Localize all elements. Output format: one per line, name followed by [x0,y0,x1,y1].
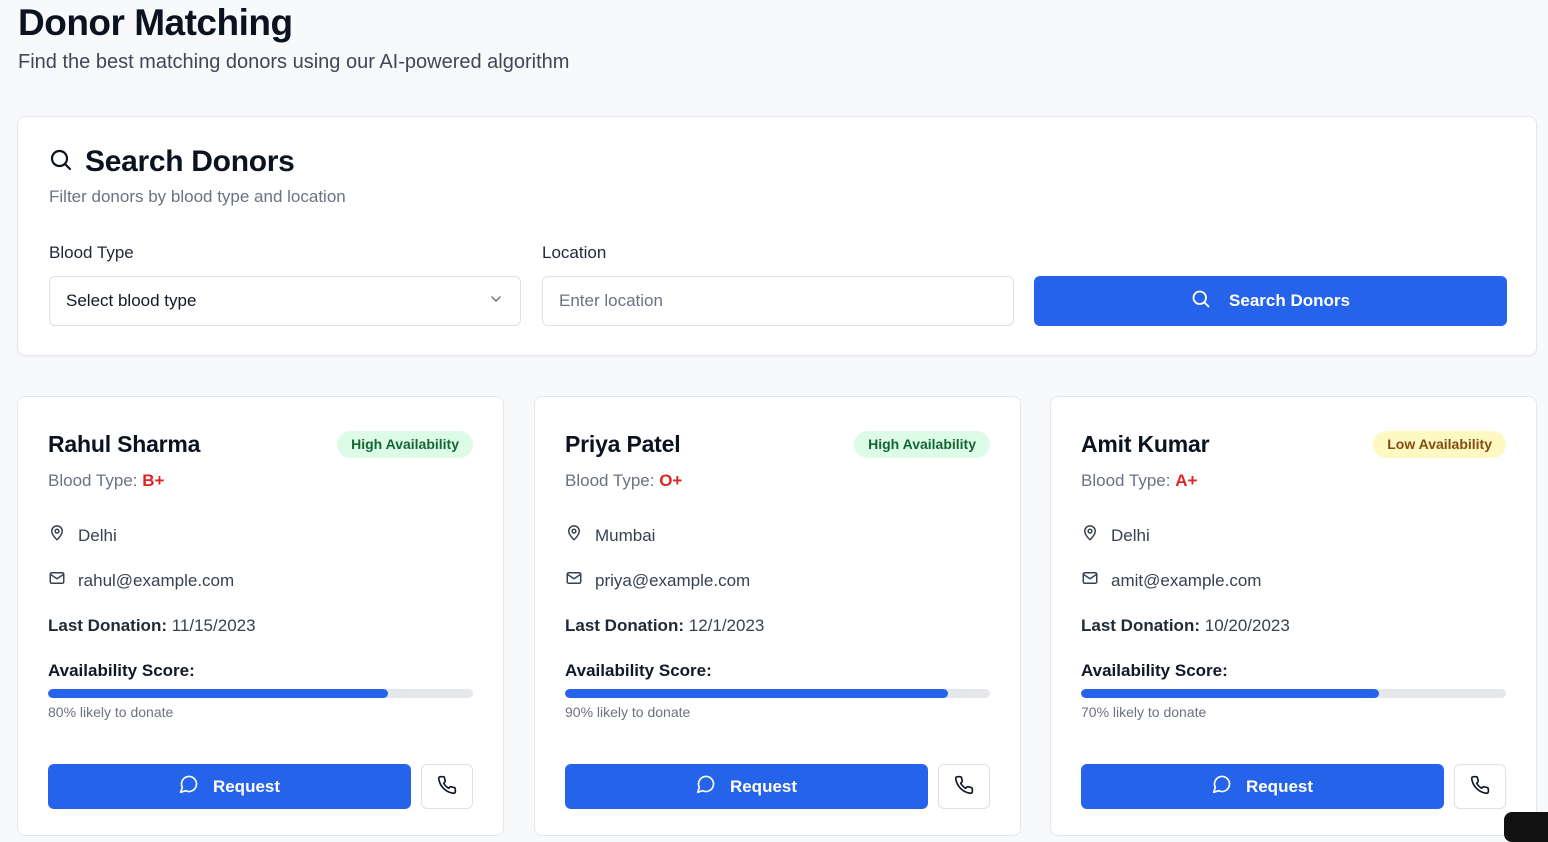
donor-email: rahul@example.com [78,570,235,590]
message-circle-icon [1212,774,1232,799]
blood-type-value: A+ [1175,471,1198,490]
call-button[interactable] [938,764,990,809]
call-button[interactable] [421,764,473,809]
last-donation-label: Last Donation: [48,616,167,635]
location-input[interactable] [542,276,1014,326]
request-button-label: Request [1245,776,1314,796]
likelihood-text: 80% likely to donate [48,704,174,720]
availability-progress-bar [1081,689,1506,698]
donor-location: Mumbai [595,525,656,545]
last-donation-label: Last Donation: [565,616,684,635]
donor-card: Priya Patel High Availability Blood Type: … [534,396,1021,836]
likelihood-text: 70% likely to donate [1081,704,1207,720]
donor-name: Priya Patel [565,431,681,457]
donor-email: amit@example.com [1111,570,1262,590]
mail-icon [565,569,583,592]
blood-type-label: Blood Type: [48,471,143,490]
map-pin-icon [48,524,66,547]
availability-progress-fill [1081,689,1379,698]
message-circle-icon [696,774,716,799]
last-donation-line: Last Donation: 10/20/2023 [1081,616,1290,636]
phone-icon [437,775,457,798]
donor-card: Rahul Sharma High Availability Blood Type:… [17,396,504,836]
availability-score-label: Availability Score: [565,661,712,680]
search-card-title: Search Donors [85,145,295,178]
call-button[interactable] [1454,764,1506,809]
search-card-header: Search Donors [49,145,295,179]
blood-type-label: Blood Type: [565,471,660,490]
email-row: rahul@example.com [48,569,234,592]
search-card-description: Filter donors by blood type and location [49,187,346,206]
availability-badge: High Availability [337,431,473,458]
blood-type-line: Blood Type: O+ [565,471,682,491]
search-icon [49,148,73,177]
mail-icon [1081,569,1099,592]
request-button[interactable]: Request [48,764,411,809]
last-donation-date: 12/1/2023 [688,616,765,635]
blood-type-select[interactable]: Select blood type [49,276,521,326]
chevron-down-icon [488,291,504,312]
map-pin-icon [565,524,583,547]
blood-type-label: Blood Type: [1081,471,1176,490]
availability-progress-bar [565,689,990,698]
page-header: Donor Matching Find the best matching do… [18,0,569,77]
donor-name: Amit Kumar [1081,431,1210,457]
donor-email: priya@example.com [595,570,751,590]
availability-progress-fill [565,689,948,698]
availability-progress-bar [48,689,473,698]
availability-progress-fill [48,689,388,698]
blood-type-line: Blood Type: B+ [48,471,164,491]
page-title: Donor Matching [18,2,293,43]
donor-location: Delhi [1111,525,1150,545]
search-donors-button[interactable]: Search Donors [1034,276,1507,326]
last-donation-date: 10/20/2023 [1204,616,1290,635]
floating-widget-corner[interactable] [1504,812,1548,842]
phone-icon [954,775,974,798]
blood-type-label: Blood Type [49,243,134,262]
search-icon [1191,289,1211,314]
blood-type-value: O+ [659,471,683,490]
location-row: Mumbai [565,524,655,547]
map-pin-icon [1081,524,1099,547]
donor-location: Delhi [78,525,117,545]
location-label: Location [542,243,607,262]
availability-badge: Low Availability [1373,431,1506,458]
message-circle-icon [179,774,199,799]
request-button-label: Request [212,776,281,796]
availability-badge: High Availability [854,431,990,458]
availability-score-label: Availability Score: [48,661,195,680]
last-donation-line: Last Donation: 11/15/2023 [48,616,256,636]
availability-score-label: Availability Score: [1081,661,1228,680]
request-button[interactable]: Request [1081,764,1444,809]
donor-card: Amit Kumar Low Availability Blood Type: A+… [1050,396,1537,836]
blood-type-select-value: Select blood type [66,291,197,310]
last-donation-line: Last Donation: 12/1/2023 [565,616,764,636]
page-subtitle: Find the best matching donors using our … [18,51,570,73]
donor-name: Rahul Sharma [48,431,201,457]
search-card: Search Donors Filter donors by blood typ… [17,116,1537,356]
request-button-label: Request [729,776,798,796]
last-donation-label: Last Donation: [1081,616,1200,635]
last-donation-date: 11/15/2023 [171,616,256,635]
blood-type-value: B+ [142,471,165,490]
blood-type-line: Blood Type: A+ [1081,471,1197,491]
likelihood-text: 90% likely to donate [565,704,691,720]
request-button[interactable]: Request [565,764,928,809]
email-row: priya@example.com [565,569,750,592]
location-row: Delhi [48,524,117,547]
location-row: Delhi [1081,524,1150,547]
phone-icon [1470,775,1490,798]
search-donors-button-label: Search Donors [1229,291,1350,310]
mail-icon [48,569,66,592]
email-row: amit@example.com [1081,569,1261,592]
